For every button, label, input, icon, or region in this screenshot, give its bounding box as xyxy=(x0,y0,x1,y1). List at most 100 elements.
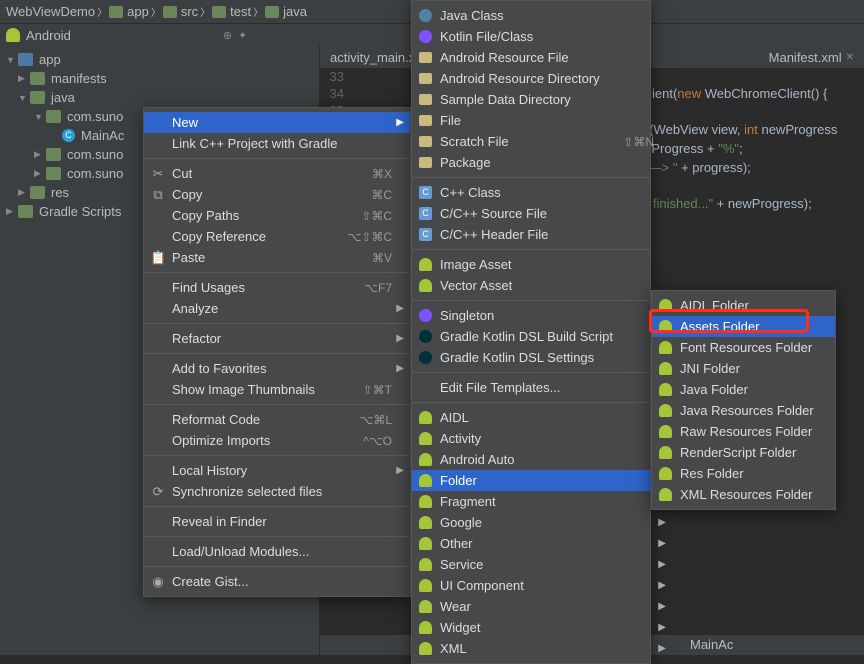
menu-new-service[interactable]: Service▶ xyxy=(412,554,672,575)
menu-new-android-auto[interactable]: Android Auto▶ xyxy=(412,449,672,470)
file-icon xyxy=(419,115,432,126)
menu-new-aidl[interactable]: AIDL▶ xyxy=(412,407,672,428)
java-icon xyxy=(419,9,432,22)
menu-folder-renderscript-folder[interactable]: RenderScript Folder xyxy=(652,442,835,463)
menu-reformat-code[interactable]: Reformat Code⌥⌘L xyxy=(144,409,410,430)
context-menu-new: Java ClassKotlin File/ClassAndroid Resou… xyxy=(411,0,651,664)
menu-new-java-class[interactable]: Java Class xyxy=(412,5,672,26)
android-icon xyxy=(659,425,672,438)
submenu-arrow-icon: ▶ xyxy=(658,601,666,612)
cpp-icon: C xyxy=(419,228,432,241)
bc-4[interactable]: java xyxy=(283,4,307,19)
menu-new-google[interactable]: Google▶ xyxy=(412,512,672,533)
menu-new-other[interactable]: Other▶ xyxy=(412,533,672,554)
menu-new-ui-component[interactable]: UI Component▶ xyxy=(412,575,672,596)
android-icon xyxy=(419,453,432,466)
file-icon xyxy=(419,94,432,105)
android-icon xyxy=(419,516,432,529)
menu-separator xyxy=(144,566,410,567)
cpp-icon: C xyxy=(419,186,432,199)
menu-new-vector-asset[interactable]: Vector Asset xyxy=(412,275,672,296)
menu-refactor[interactable]: Refactor▶ xyxy=(144,328,410,349)
settings-icon[interactable]: ✦ xyxy=(238,29,247,42)
bc-3[interactable]: test xyxy=(230,4,251,19)
menu-new[interactable]: New▶ xyxy=(144,112,410,133)
bc-0[interactable]: WebViewDemo xyxy=(6,4,95,19)
menu-new-sample-data-directory[interactable]: Sample Data Directory xyxy=(412,89,672,110)
menu-new-android-resource-file[interactable]: Android Resource File xyxy=(412,47,672,68)
close-icon[interactable]: ✕ xyxy=(846,52,854,63)
menu-add-favorites[interactable]: Add to Favorites▶ xyxy=(144,358,410,379)
menu-reveal-finder[interactable]: Reveal in Finder xyxy=(144,511,410,532)
menu-copy-reference[interactable]: Copy Reference⌥⇧⌘C xyxy=(144,226,410,247)
tree-java[interactable]: ▼java xyxy=(0,88,319,107)
menu-new-activity[interactable]: Activity▶ xyxy=(412,428,672,449)
android-icon xyxy=(419,600,432,613)
menu-new-xml[interactable]: XML▶ xyxy=(412,638,672,659)
menu-new-gradle-kotlin-dsl-settings[interactable]: Gradle Kotlin DSL Settings xyxy=(412,347,672,368)
menu-new-c-c-header-file[interactable]: CC/C++ Header File xyxy=(412,224,672,245)
tree-manifests[interactable]: ▶manifests xyxy=(0,69,319,88)
bc-2[interactable]: src xyxy=(181,4,198,19)
kotlin-icon xyxy=(419,30,432,43)
module-icon xyxy=(109,6,123,18)
android-icon xyxy=(419,495,432,508)
menu-new-singleton[interactable]: Singleton xyxy=(412,305,672,326)
menu-new-gradle-kotlin-dsl-build-script[interactable]: Gradle Kotlin DSL Build Script xyxy=(412,326,672,347)
menu-find-usages[interactable]: Find Usages⌥F7 xyxy=(144,277,410,298)
submenu-arrow-icon: ▶ xyxy=(396,333,404,344)
bc-1[interactable]: app xyxy=(127,4,149,19)
menu-folder-java-resources-folder[interactable]: Java Resources Folder xyxy=(652,400,835,421)
menu-optimize-imports[interactable]: Optimize Imports^⌥O xyxy=(144,430,410,451)
menu-local-history[interactable]: Local History▶ xyxy=(144,460,410,481)
menu-folder-jni-folder[interactable]: JNI Folder xyxy=(652,358,835,379)
folder-icon xyxy=(212,6,226,18)
menu-new-android-resource-directory[interactable]: Android Resource Directory xyxy=(412,68,672,89)
menu-new-file[interactable]: File xyxy=(412,110,672,131)
toolbar-mode[interactable]: Android xyxy=(26,28,71,43)
menu-new-folder[interactable]: Folder▶ xyxy=(412,470,672,491)
menu-folder-assets-folder[interactable]: Assets Folder xyxy=(652,316,835,337)
copy-icon: ⧉ xyxy=(150,187,166,203)
menu-show-thumbnails[interactable]: Show Image Thumbnails⇧⌘T xyxy=(144,379,410,400)
android-icon xyxy=(419,279,432,292)
menu-separator xyxy=(144,323,410,324)
menu-new-widget[interactable]: Widget▶ xyxy=(412,617,672,638)
menu-folder-java-folder[interactable]: Java Folder xyxy=(652,379,835,400)
file-icon xyxy=(419,157,432,168)
sync-icon: ⟳ xyxy=(150,484,166,500)
android-icon xyxy=(659,488,672,501)
gradle-icon xyxy=(419,330,432,343)
menu-new-scratch-file[interactable]: Scratch File⇧⌘N xyxy=(412,131,672,152)
menu-new-fragment[interactable]: Fragment▶ xyxy=(412,491,672,512)
menu-new-wear[interactable]: Wear▶ xyxy=(412,596,672,617)
menu-copy[interactable]: ⧉Copy⌘C xyxy=(144,184,410,205)
menu-cut[interactable]: ✂Cut⌘X xyxy=(144,163,410,184)
menu-folder-xml-resources-folder[interactable]: XML Resources Folder xyxy=(652,484,835,505)
menu-new-edit-file-templates-[interactable]: Edit File Templates... xyxy=(412,377,672,398)
menu-folder-font-resources-folder[interactable]: Font Resources Folder xyxy=(652,337,835,358)
menu-new-c-class[interactable]: CC++ Class xyxy=(412,182,672,203)
menu-new-image-asset[interactable]: Image Asset xyxy=(412,254,672,275)
package-icon xyxy=(46,148,61,161)
menu-new-kotlin-file-class[interactable]: Kotlin File/Class xyxy=(412,26,672,47)
menu-paste[interactable]: 📋Paste⌘V xyxy=(144,247,410,268)
tree-app[interactable]: ▼app xyxy=(0,50,319,69)
android-icon xyxy=(6,28,20,42)
menu-link-cpp[interactable]: Link C++ Project with Gradle xyxy=(144,133,410,154)
menu-synchronize[interactable]: ⟳Synchronize selected files xyxy=(144,481,410,502)
class-icon: C xyxy=(62,129,75,142)
menu-create-gist[interactable]: ◉Create Gist... xyxy=(144,571,410,592)
menu-new-c-c-source-file[interactable]: CC/C++ Source File xyxy=(412,203,672,224)
menu-new-package[interactable]: Package xyxy=(412,152,672,173)
menu-analyze[interactable]: Analyze▶ xyxy=(144,298,410,319)
menu-folder-raw-resources-folder[interactable]: Raw Resources Folder xyxy=(652,421,835,442)
tab-activity-main[interactable]: activity_main.x xyxy=(320,48,425,67)
menu-copy-paths[interactable]: Copy Paths⇧⌘C xyxy=(144,205,410,226)
menu-folder-aidl-folder[interactable]: AIDL Folder xyxy=(652,295,835,316)
menu-load-modules[interactable]: Load/Unload Modules... xyxy=(144,541,410,562)
collapse-icon[interactable]: ⊕ xyxy=(223,29,232,42)
menu-folder-res-folder[interactable]: Res Folder xyxy=(652,463,835,484)
file-icon xyxy=(419,52,432,63)
tab-manifest[interactable]: Manifest.xml✕ xyxy=(759,48,864,67)
